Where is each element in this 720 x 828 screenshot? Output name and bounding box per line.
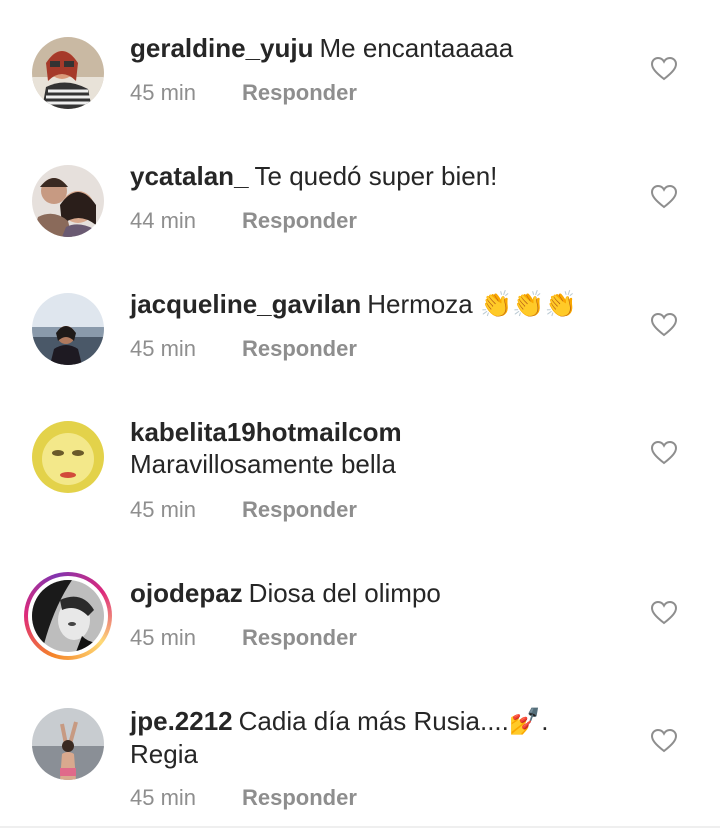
heart-icon[interactable] — [651, 185, 677, 209]
comment-text: jpe.2212 Cadia día más Rusia....💅. Regia — [130, 705, 610, 770]
avatar[interactable] — [32, 580, 104, 652]
reply-button[interactable]: Responder — [242, 336, 357, 361]
timestamp: 45 min — [130, 336, 197, 361]
heart-icon[interactable] — [651, 57, 677, 81]
username-link[interactable]: geraldine_yuju — [130, 33, 314, 63]
avatar[interactable] — [32, 421, 104, 493]
heart-icon[interactable] — [651, 441, 677, 465]
heart-icon[interactable] — [651, 313, 677, 337]
username-link[interactable]: kabelita19hotmailcom — [130, 417, 402, 447]
timestamp: 44 min — [130, 208, 197, 233]
timestamp: 45 min — [130, 785, 197, 810]
story-ring[interactable] — [24, 572, 112, 660]
avatar[interactable] — [32, 165, 104, 237]
comment-body: Hermoza — [367, 289, 473, 319]
avatar[interactable] — [32, 37, 104, 109]
comment-meta: 45 min Responder — [130, 785, 357, 811]
username-link[interactable]: jpe.2212 — [130, 706, 233, 736]
timestamp: 45 min — [130, 625, 197, 650]
comment-meta: 44 min Responder — [130, 208, 357, 234]
reply-button[interactable]: Responder — [242, 80, 357, 105]
username-link[interactable]: ycatalan_ — [130, 161, 249, 191]
comment-text: geraldine_yuju Me encantaaaaa — [130, 32, 610, 64]
reply-button[interactable]: Responder — [242, 497, 357, 522]
comment-meta: 45 min Responder — [130, 80, 357, 106]
timestamp: 45 min — [130, 497, 197, 522]
avatar[interactable] — [32, 293, 104, 365]
comment-body: Te quedó super bien! — [254, 161, 498, 191]
reply-button[interactable]: Responder — [242, 785, 357, 810]
avatar[interactable] — [32, 708, 104, 780]
nail-polish-emoji: 💅 — [508, 707, 542, 737]
comment-text: ojodepaz Diosa del olimpo — [130, 577, 610, 609]
reply-button[interactable]: Responder — [242, 625, 357, 650]
heart-icon[interactable] — [651, 601, 677, 625]
reply-button[interactable]: Responder — [242, 208, 357, 233]
comment-text: jacqueline_gavilan Hermoza 👏👏👏 — [130, 288, 610, 321]
comment-meta: 45 min Responder — [130, 497, 357, 523]
username-link[interactable]: ojodepaz — [130, 578, 243, 608]
comment-text: kabelita19hotmailcom Maravillosamente bel… — [130, 416, 610, 480]
timestamp: 45 min — [130, 80, 197, 105]
comment-meta: 45 min Responder — [130, 625, 357, 651]
comment-body: Cadia día más Rusia.... — [238, 706, 509, 736]
comment-meta: 45 min Responder — [130, 336, 357, 362]
comment-text: ycatalan_ Te quedó super bien! — [130, 160, 610, 192]
heart-icon[interactable] — [651, 729, 677, 753]
comment-body: Me encantaaaaa — [319, 33, 514, 63]
username-link[interactable]: jacqueline_gavilan — [130, 289, 361, 319]
clapping-hands-emoji: 👏👏👏 — [479, 290, 578, 320]
comment-body: Maravillosamente bella — [130, 449, 396, 479]
comment-body: Diosa del olimpo — [248, 578, 441, 608]
